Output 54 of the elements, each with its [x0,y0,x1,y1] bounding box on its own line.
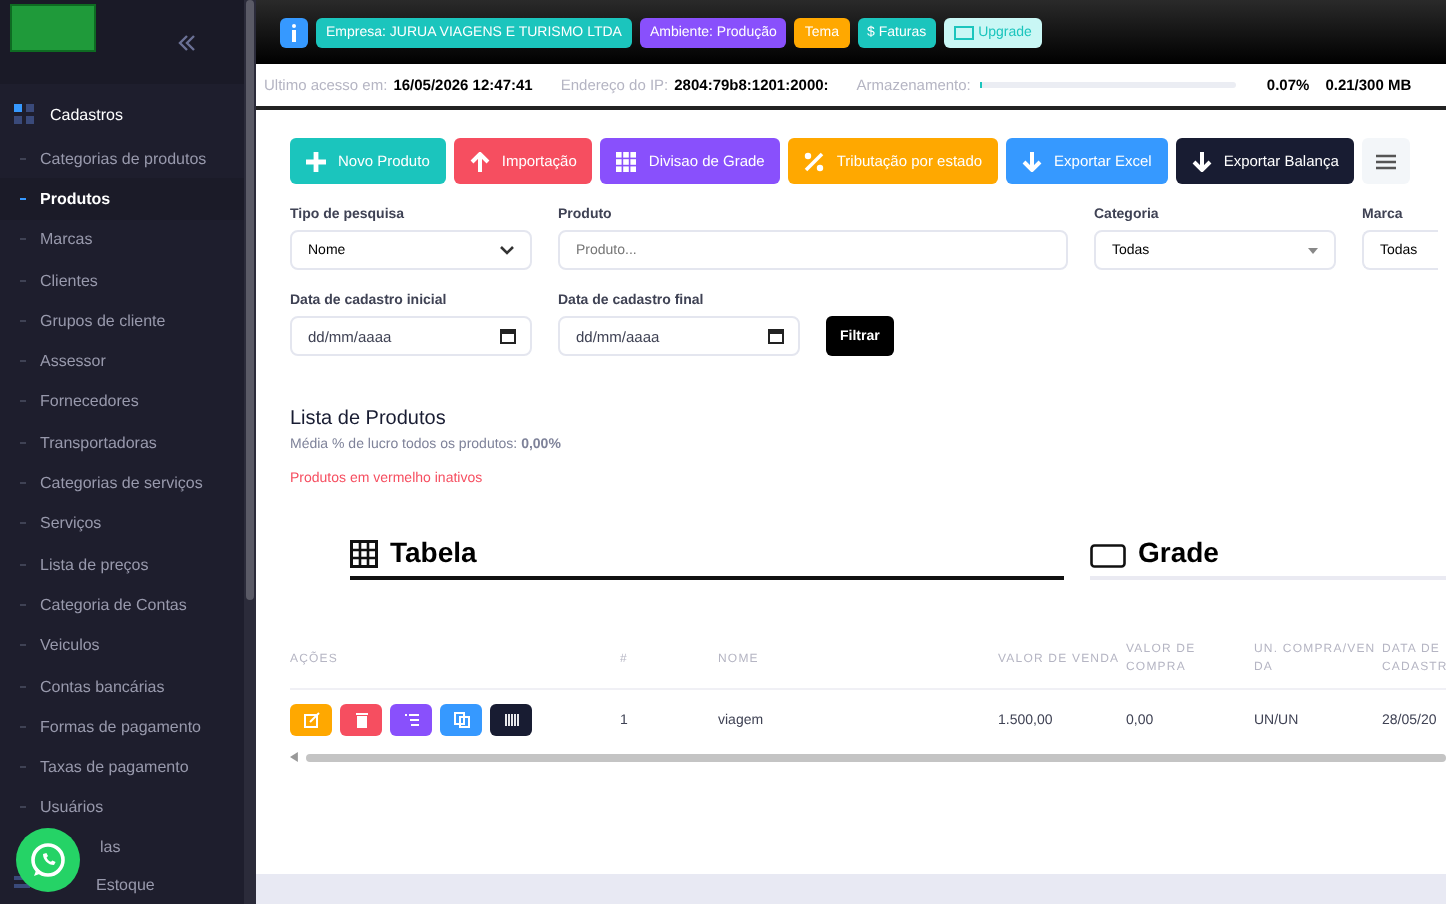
sidebar-item[interactable]: Produtos [0,178,244,220]
whatsapp-button[interactable] [16,828,80,892]
scroll-left-icon[interactable] [290,752,298,762]
grid-icon [14,104,34,124]
sidebar-item[interactable]: Clientes [0,259,244,301]
chat-icon [28,840,68,880]
collapse-icon[interactable] [178,33,196,51]
horizontal-scrollbar[interactable] [290,752,1446,762]
list-icon [403,712,419,728]
table-icon [350,540,378,568]
sidebar-item[interactable]: Serviços [0,503,244,544]
percent-icon [804,151,825,171]
card-icon [1090,544,1126,568]
card-icon [954,25,975,39]
copy-icon [453,712,469,728]
sidebar-item[interactable]: Lista de preços [0,543,244,585]
plus-icon [306,151,326,171]
calendar-icon [500,328,516,344]
sidebar-section[interactable]: Cadastros [50,105,123,123]
sidebar-item[interactable]: Assessor [0,340,244,382]
sidebar-item[interactable]: Marcas [0,219,244,260]
arrow-down-icon [1191,151,1212,171]
sidebar-item[interactable]: Formas de pagamento [0,706,244,747]
scrollbar[interactable] [246,0,254,600]
calendar-icon [768,328,784,344]
sidebar-section[interactable]: las [100,838,121,857]
sidebar-item[interactable]: Transportadoras [0,422,244,463]
view-tab[interactable]: Tabela [350,536,1064,580]
arrow-down-icon [1022,151,1043,171]
view-tab[interactable]: Grade [1090,536,1446,580]
grid-icon [616,151,637,171]
edit-icon [303,712,319,728]
sidebar-item[interactable]: Usuários [0,787,244,829]
sidebar-item[interactable]: Taxas de pagamento [0,746,244,788]
arrow-up-icon [469,151,490,171]
sidebar-section[interactable]: Estoque [96,876,155,895]
caret-down-icon [1308,247,1318,253]
sidebar-item[interactable]: Categorias de serviços [0,462,244,504]
sidebar-item[interactable]: Fornecedores [0,381,244,423]
sidebar-item[interactable]: Grupos de cliente [0,300,244,341]
barcode-icon [503,712,519,728]
menu-icon [1376,153,1397,169]
list-title: Lista de Produtos [290,408,448,430]
info-icon [290,23,298,41]
sidebar-item[interactable]: Veiculos [0,625,244,666]
sidebar-item[interactable]: Categorias de produtos [0,138,244,179]
sidebar-item[interactable]: Contas bancárias [0,665,244,707]
info-button[interactable] [280,17,308,47]
chevron-down-icon [500,245,514,255]
trash-icon [353,712,369,728]
action-button[interactable] [490,704,532,736]
company-logo [10,4,96,52]
sidebar-item[interactable]: Categoria de Contas [0,584,244,626]
menu-button[interactable] [1362,138,1411,184]
